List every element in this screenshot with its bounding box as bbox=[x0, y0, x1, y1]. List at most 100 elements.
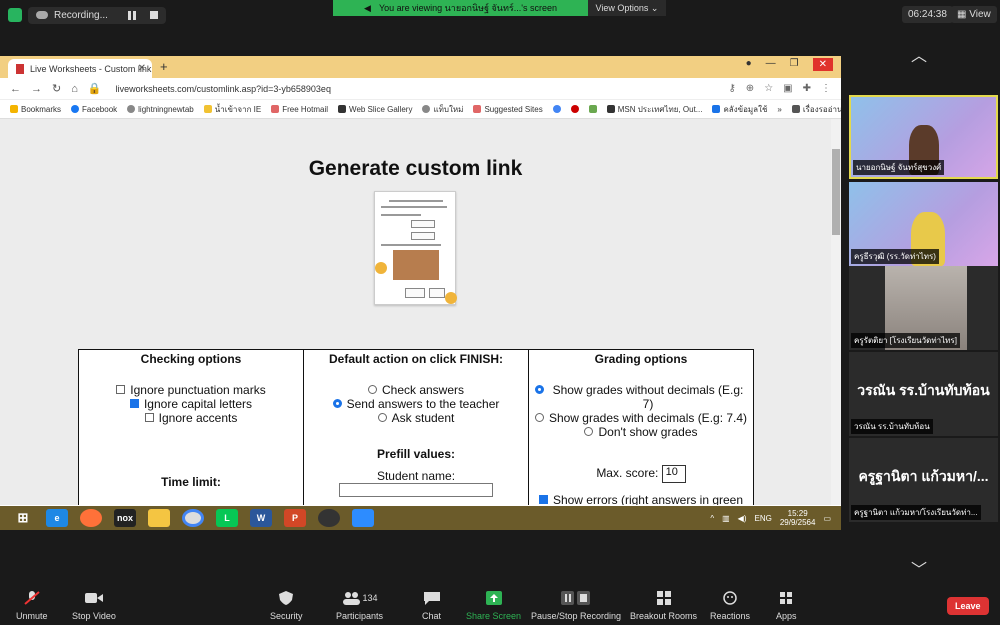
ignore-capitals-option[interactable]: Ignore capital letters bbox=[79, 397, 303, 411]
send-answers-option[interactable]: Send answers to the teacher bbox=[304, 397, 528, 411]
bookmark-item[interactable] bbox=[570, 105, 579, 113]
bookmark-item[interactable] bbox=[588, 105, 597, 113]
more-bookmarks-icon[interactable]: » bbox=[777, 105, 781, 114]
tray-clock[interactable]: 15:29 29/9/2564 bbox=[780, 509, 816, 527]
apps-button[interactable]: Apps bbox=[776, 591, 797, 621]
check-answers-radio[interactable] bbox=[367, 385, 377, 394]
pause-recording-icon[interactable] bbox=[127, 10, 136, 20]
volume-icon[interactable]: ◀) bbox=[738, 514, 747, 523]
grades-without-decimals-radio[interactable] bbox=[535, 385, 544, 394]
bookmark-item[interactable]: Suggested Sites bbox=[473, 105, 543, 114]
profile-icon[interactable]: ● bbox=[746, 58, 752, 71]
bookmark-item[interactable] bbox=[552, 105, 561, 113]
grades-without-decimals-option[interactable]: Show grades without decimals (E.g: 7) bbox=[529, 383, 753, 411]
leave-button[interactable]: Leave bbox=[947, 597, 989, 615]
chrome-icon[interactable] bbox=[182, 509, 204, 527]
scroll-up-icon[interactable]: ︿ bbox=[911, 42, 927, 66]
worksheet-thumbnail[interactable] bbox=[374, 191, 457, 305]
bookmark-item[interactable]: เรื่องรออ่าน bbox=[791, 103, 841, 116]
extension-icon[interactable]: ▣ bbox=[783, 83, 792, 94]
reactions-label: Reactions bbox=[710, 611, 751, 621]
star-icon[interactable]: ☆ bbox=[764, 83, 773, 94]
share-screen-button[interactable]: Share Screen bbox=[466, 591, 521, 621]
show-errors-option[interactable]: Show errors (right answers in green bbox=[529, 493, 753, 505]
ie-icon[interactable]: e bbox=[46, 509, 68, 527]
dont-show-grades-radio[interactable] bbox=[584, 427, 594, 436]
line-icon[interactable]: L bbox=[216, 509, 238, 527]
minimize-icon[interactable]: — bbox=[766, 58, 776, 71]
check-answers-option[interactable]: Check answers bbox=[304, 383, 528, 397]
student-name-input[interactable] bbox=[339, 483, 493, 497]
prefill-values-heading: Prefill values: bbox=[376, 447, 456, 461]
network-icon[interactable]: ▥ bbox=[722, 514, 730, 523]
stop-recording-icon[interactable] bbox=[149, 11, 158, 19]
new-tab-icon[interactable]: + bbox=[160, 59, 168, 74]
ignore-accents-option[interactable]: Ignore accents bbox=[79, 411, 303, 425]
ask-student-radio[interactable] bbox=[377, 413, 387, 422]
ignore-accents-checkbox[interactable] bbox=[144, 413, 154, 422]
participants-icon bbox=[342, 592, 360, 605]
bookmark-item[interactable]: Free Hotmail bbox=[271, 105, 328, 114]
view-options-button[interactable]: View Options ⌄ bbox=[588, 0, 666, 16]
dont-show-grades-option[interactable]: Don't show grades bbox=[529, 425, 753, 439]
bookmark-item[interactable]: Web Slice Gallery bbox=[338, 105, 412, 114]
word-icon[interactable]: W bbox=[250, 509, 272, 527]
forward-icon[interactable]: → bbox=[31, 83, 42, 95]
scroll-thumb[interactable] bbox=[832, 149, 840, 235]
bookmark-item[interactable]: lightningnewtab bbox=[127, 105, 194, 114]
bookmark-item[interactable]: แท็บใหม่ bbox=[422, 103, 463, 116]
show-errors-checkbox[interactable] bbox=[538, 495, 548, 504]
participant-tile[interactable]: นายอกนิษฐ์ จันทร์สุขวงศ์ bbox=[849, 95, 998, 179]
reload-icon[interactable]: ↻ bbox=[52, 82, 61, 95]
bookmark-item[interactable]: Facebook bbox=[71, 105, 117, 114]
close-window-icon[interactable]: ✕ bbox=[812, 58, 833, 71]
participant-tile[interactable]: วรณัน รร.บ้านทับท้อน วรณัน รร.บ้านทับท้อ… bbox=[849, 352, 998, 436]
participants-button[interactable]: 134 Participants bbox=[336, 591, 383, 621]
back-icon[interactable]: ← bbox=[10, 83, 21, 95]
language-indicator[interactable]: ENG bbox=[755, 514, 772, 523]
pause-stop-recording-button[interactable]: Pause/Stop Recording bbox=[531, 591, 621, 621]
tray-arrow-icon[interactable]: ^ bbox=[710, 514, 714, 523]
bookmark-item[interactable]: น้ำเข้าจาก IE bbox=[203, 103, 261, 116]
browser-tab[interactable]: Live Worksheets - Custom link ✕ bbox=[8, 59, 152, 78]
key-icon[interactable]: ⚷ bbox=[728, 83, 735, 94]
notification-icon[interactable]: ▭ bbox=[823, 514, 831, 523]
ignore-punctuation-option[interactable]: Ignore punctuation marks bbox=[79, 383, 303, 397]
grades-with-decimals-radio[interactable] bbox=[534, 413, 544, 422]
page-scrollbar[interactable] bbox=[831, 119, 841, 505]
chat-button[interactable]: Chat bbox=[422, 591, 441, 621]
ask-student-option[interactable]: Ask student bbox=[304, 411, 528, 425]
zoom-icon[interactable]: ⊕ bbox=[746, 83, 754, 94]
breakout-rooms-button[interactable]: Breakout Rooms bbox=[630, 591, 697, 621]
puzzle-icon[interactable]: ✚ bbox=[803, 83, 811, 94]
send-answers-radio[interactable] bbox=[332, 399, 342, 408]
bookmark-item[interactable]: MSN ประเทศไทย, Out... bbox=[606, 103, 702, 116]
zoom-app-icon[interactable] bbox=[352, 509, 374, 527]
scroll-down-icon[interactable]: ﹀ bbox=[911, 556, 927, 580]
bookmark-item[interactable]: Bookmarks bbox=[10, 105, 61, 114]
home-icon[interactable]: ⌂ bbox=[71, 83, 78, 95]
max-score-input[interactable]: 10 bbox=[661, 465, 686, 483]
ignore-capitals-checkbox[interactable] bbox=[129, 399, 139, 408]
bookmark-item[interactable]: คลังข้อมูลใช้ bbox=[712, 103, 767, 116]
unmute-button[interactable]: Unmute bbox=[16, 591, 48, 621]
obs-icon[interactable] bbox=[318, 509, 340, 527]
restore-icon[interactable]: ❐ bbox=[790, 58, 799, 71]
grades-with-decimals-option[interactable]: Show grades with decimals (E.g: 7.4) bbox=[529, 411, 753, 425]
stop-video-button[interactable]: Stop Video bbox=[72, 591, 116, 621]
ignore-punctuation-checkbox[interactable] bbox=[116, 385, 126, 394]
close-tab-icon[interactable]: ✕ bbox=[138, 63, 146, 74]
firefox-icon[interactable] bbox=[80, 509, 102, 527]
security-button[interactable]: Security bbox=[270, 591, 303, 621]
url-field[interactable]: liveworksheets.com/customlink.asp?id=3-y… bbox=[116, 84, 331, 94]
participant-tile[interactable]: ครูรัตติยา [โรงเรียนวัดท่าไทร] bbox=[849, 266, 998, 350]
reactions-button[interactable]: Reactions bbox=[710, 591, 750, 621]
view-button[interactable]: ▦ View bbox=[951, 6, 997, 23]
menu-dots-icon[interactable]: ⋮ bbox=[821, 83, 831, 94]
folder-icon[interactable] bbox=[148, 509, 170, 527]
nox-icon[interactable]: nox bbox=[114, 509, 136, 527]
windows-start-icon[interactable]: ⊞ bbox=[12, 509, 34, 527]
participant-tile[interactable]: ครูธีรวุฒิ (รร.วัดท่าไทร) bbox=[849, 182, 998, 266]
powerpoint-icon[interactable]: P bbox=[284, 509, 306, 527]
participant-tile[interactable]: ครูฐานิตา แก้วมหา/... ครูฐานิตา แก้วมหา/… bbox=[849, 438, 998, 522]
